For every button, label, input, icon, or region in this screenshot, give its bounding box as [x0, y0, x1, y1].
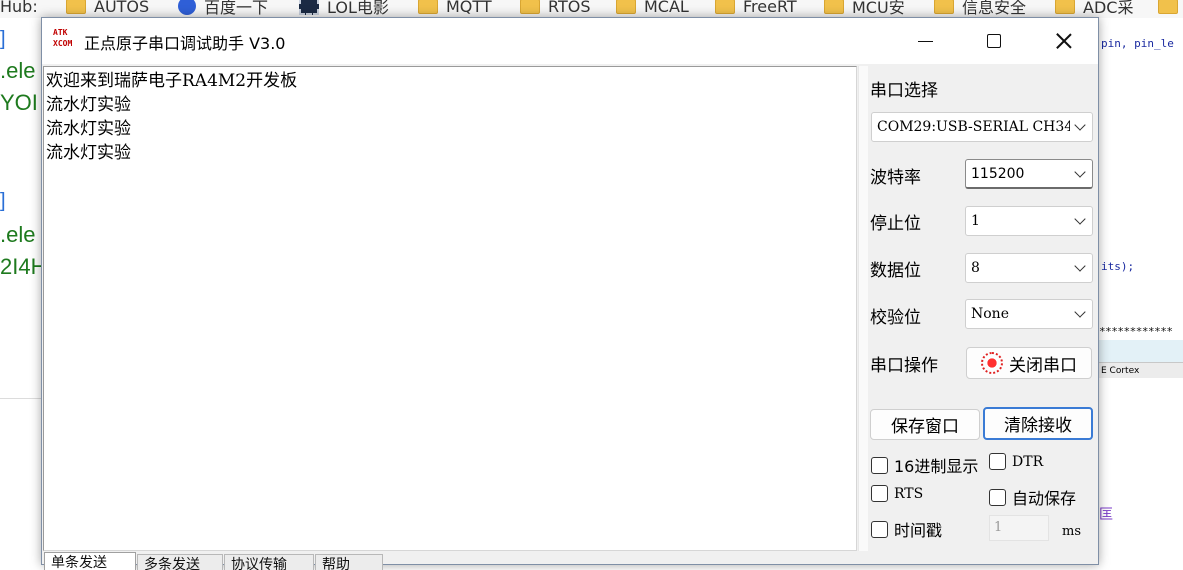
background-editor-left: ] .ele YOI ] .ele 2I4H	[0, 18, 46, 398]
bookmark-autos[interactable]: AUTOS	[66, 0, 149, 17]
save-window-button[interactable]: 保存窗口	[870, 409, 980, 440]
bookmark-mqtt[interactable]: MQTT	[418, 0, 492, 17]
window-title: 正点原子串口调试助手 V3.0	[84, 34, 286, 53]
close-icon	[1056, 33, 1072, 49]
checkbox-box	[989, 453, 1006, 470]
chevron-down-icon	[1070, 303, 1092, 325]
checkbox-box	[871, 485, 888, 502]
maximize-button[interactable]	[959, 18, 1029, 64]
bookmark-baidu[interactable]: 百度一下	[178, 0, 268, 17]
receive-line: 流水灯实验	[46, 143, 131, 163]
folder-icon	[715, 0, 735, 14]
parity-label: 校验位	[870, 308, 921, 328]
bookmarks-bar: Hub: AUTOS 百度一下 LOL电影 MQTT RTOS MCAL Fre…	[0, 0, 1183, 18]
baud-rate-dropdown[interactable]: 115200	[965, 159, 1093, 189]
send-mode-tabs: 单条发送 多条发送 协议传输 帮助	[42, 552, 402, 570]
minimize-button[interactable]	[890, 18, 960, 64]
receive-line: 欢迎来到瑞萨电子RA4M2开发板	[46, 71, 298, 91]
port-select-label: 串口选择	[870, 81, 938, 101]
folder-icon	[824, 0, 844, 14]
folder-icon	[66, 0, 86, 14]
chevron-down-icon	[1070, 116, 1092, 138]
serial-assistant-window: ATK XCOM 正点原子串口调试助手 V3.0 欢迎来到瑞萨电子RA4M2开发…	[41, 17, 1099, 570]
stop-bits-dropdown[interactable]: 1	[965, 206, 1093, 236]
folder-icon	[616, 0, 636, 14]
background-tab[interactable]: E Cortex	[1099, 362, 1183, 378]
close-port-button[interactable]: 关闭串口	[966, 347, 1092, 379]
receive-line: 流水灯实验	[46, 95, 131, 115]
folder-icon	[1055, 0, 1075, 14]
folder-icon	[1158, 0, 1178, 14]
clear-receive-button[interactable]: 清除接收	[983, 407, 1093, 440]
baud-rate-label: 波特率	[870, 168, 921, 188]
bookmark-info-security[interactable]: 信息安全	[934, 0, 1026, 17]
tab-help[interactable]: 帮助	[315, 554, 383, 570]
bookmark-mcal[interactable]: MCAL	[616, 0, 689, 17]
tab-multi-send[interactable]: 多条发送	[137, 554, 223, 570]
timestamp-checkbox[interactable]: 时间戳	[871, 517, 942, 541]
bracket-mark: ]	[0, 28, 6, 50]
tab-single-send[interactable]: 单条发送	[44, 552, 136, 570]
data-bits-dropdown[interactable]: 8	[965, 253, 1093, 283]
background-divider	[0, 398, 42, 399]
folder-icon	[934, 0, 954, 14]
timestamp-interval-input[interactable]: 1	[989, 515, 1049, 541]
dtr-checkbox[interactable]: DTR	[989, 453, 1043, 470]
timestamp-unit: ms	[1062, 524, 1081, 539]
minimize-icon	[917, 40, 933, 42]
maximize-icon	[987, 34, 1001, 48]
folder-icon	[520, 0, 540, 14]
receive-line: 流水灯实验	[46, 119, 131, 139]
background-editor-right: pin, pin_le its); ************ E Cortex …	[1099, 18, 1183, 565]
bookmark-adc[interactable]: ADC采	[1055, 0, 1133, 17]
checkbox-box	[871, 456, 888, 474]
hex-display-checkbox[interactable]: 16进制显示	[871, 453, 978, 477]
background-highlight	[1099, 340, 1183, 362]
rts-checkbox[interactable]: RTS	[871, 485, 923, 502]
tab-protocol[interactable]: 协议传输	[224, 554, 314, 570]
checkbox-box	[989, 488, 1006, 506]
bookmark-lol-movie[interactable]: LOL电影	[299, 0, 389, 17]
port-operation-label: 串口操作	[870, 356, 938, 376]
chevron-down-icon	[1070, 163, 1092, 185]
checkbox-box	[871, 520, 888, 538]
bookmark-more[interactable]	[1158, 0, 1183, 17]
title-bar[interactable]: ATK XCOM 正点原子串口调试助手 V3.0	[42, 18, 1098, 64]
bookmark-hub[interactable]: Hub:	[0, 0, 38, 17]
data-bits-label: 数据位	[870, 261, 921, 281]
receive-scrollbar[interactable]	[858, 66, 868, 551]
port-select-dropdown[interactable]: COM29:USB-SERIAL CH340	[871, 112, 1093, 142]
bookmark-rtos[interactable]: RTOS	[520, 0, 590, 17]
folder-icon	[418, 0, 438, 14]
atk-xcom-logo-icon: ATK XCOM	[53, 28, 73, 48]
port-status-led-icon	[981, 352, 1003, 374]
bookmark-mcu-security[interactable]: MCU安	[824, 0, 905, 17]
chevron-down-icon	[1070, 257, 1092, 279]
film-icon	[299, 0, 319, 15]
stop-bits-label: 停止位	[870, 214, 921, 234]
chevron-down-icon	[1070, 210, 1092, 232]
bracket-mark: ]	[0, 190, 6, 212]
receive-text-area[interactable]: 欢迎来到瑞萨电子RA4M2开发板 流水灯实验 流水灯实验 流水灯实验	[43, 66, 857, 551]
close-button[interactable]	[1029, 18, 1099, 64]
parity-dropdown[interactable]: None	[965, 299, 1093, 329]
auto-save-checkbox[interactable]: 自动保存	[989, 485, 1076, 509]
baidu-paw-icon	[178, 0, 196, 15]
bookmark-freertos[interactable]: FreeRT	[715, 0, 797, 17]
